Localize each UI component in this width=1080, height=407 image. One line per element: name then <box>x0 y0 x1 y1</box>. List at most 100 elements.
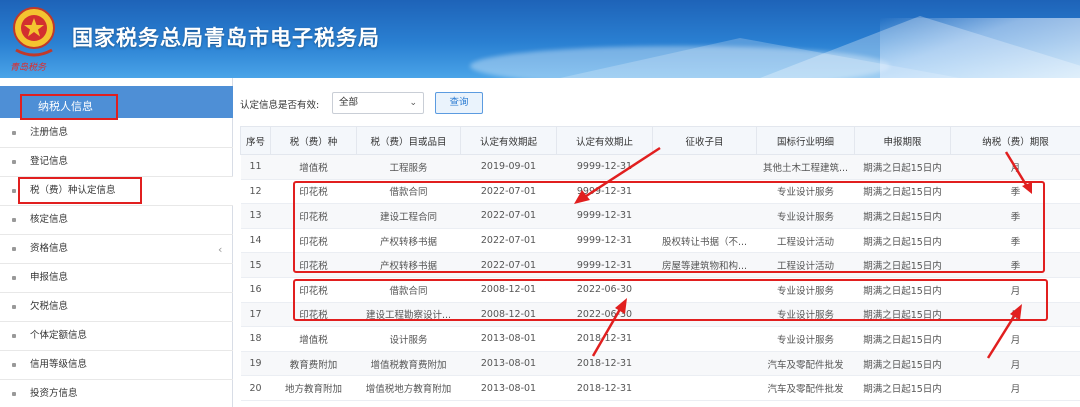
table-row[interactable]: 14 印花税 产权转移书据 2022-07-01 9999-12-31 股权转让书据（不.… <box>240 228 1080 254</box>
sidebar-item-assessment[interactable]: 核定信息 <box>0 206 233 235</box>
table-cell <box>652 351 757 377</box>
column-header[interactable]: 国标行业明细 <box>756 126 855 155</box>
table-cell: 增值税地方教育附加 <box>356 375 461 401</box>
table-row[interactable]: 17 印花税 建设工程勘察设计... 2008-12-01 2022-06-30 专业设计… <box>240 302 1080 328</box>
table-cell: 期满之日起15日内 <box>854 154 951 180</box>
table-cell: 月 <box>950 154 1080 180</box>
bullet-icon <box>12 218 16 222</box>
sidebar-item-label: 申报信息 <box>30 272 69 283</box>
bullet-icon <box>12 160 16 164</box>
table-cell: 9999-12-31 <box>556 154 653 180</box>
table-cell <box>652 375 757 401</box>
sidebar-item-label: 核定信息 <box>30 214 69 225</box>
sidebar: 纳税人信息 注册信息 登记信息 税（费）种认定信息 核定信息 资格信息 ‹ 申报… <box>0 78 233 407</box>
emblem-label: 青岛税务 <box>10 63 47 73</box>
bullet-icon <box>12 392 16 396</box>
table-cell: 2018-12-31 <box>556 326 653 352</box>
site-header: 青岛税务 国家税务总局青岛市电子税务局 <box>0 0 1080 78</box>
sidebar-item-declaration[interactable]: 申报信息 <box>0 264 233 293</box>
table-cell: 15 <box>240 252 271 278</box>
table-row[interactable]: 19 教育费附加 增值税教育费附加 2013-08-01 2018-12-31 汽车及零配… <box>240 351 1080 377</box>
table-row[interactable]: 13 印花税 建设工程合同 2022-07-01 9999-12-31 专业设计服务 期满之… <box>240 203 1080 229</box>
table-cell: 期满之日起15日内 <box>854 203 951 229</box>
table-row[interactable]: 12 印花税 借款合同 2022-07-01 9999-12-31 专业设计服务 期满之日起… <box>240 179 1080 205</box>
table-cell: 月 <box>950 277 1080 303</box>
table-row[interactable]: 16 印花税 借款合同 2008-12-01 2022-06-30 专业设计服务 期满之日起… <box>240 277 1080 303</box>
table-cell: 专业设计服务 <box>756 179 855 205</box>
table-cell: 印花税 <box>270 203 357 229</box>
sidebar-item-tax-arrears[interactable]: 欠税信息 <box>0 293 233 322</box>
table-cell: 季 <box>950 203 1080 229</box>
table-cell: 2008-12-01 <box>460 277 557 303</box>
table-cell: 14 <box>240 228 271 254</box>
column-header[interactable]: 序号 <box>240 126 271 155</box>
bullet-icon <box>12 363 16 367</box>
table-cell <box>652 154 757 180</box>
sidebar-item-investor[interactable]: 投资方信息 <box>0 380 233 407</box>
table-cell: 期满之日起15日内 <box>854 179 951 205</box>
table-cell: 专业设计服务 <box>756 277 855 303</box>
table-cell: 设计服务 <box>356 326 461 352</box>
sidebar-item-label: 资格信息 <box>30 243 69 254</box>
table-cell: 期满之日起15日内 <box>854 277 951 303</box>
table-cell: 2022-07-01 <box>460 179 557 205</box>
table-cell: 印花税 <box>270 277 357 303</box>
table-cell: 月 <box>950 375 1080 401</box>
column-header[interactable]: 认定有效期起 <box>460 126 557 155</box>
tax-type-table: 序号 税（费）种 税（费）目或品目 认定有效期起 认定有效期止 征收子目 国标行… <box>240 126 1080 401</box>
table-cell: 12 <box>240 179 271 205</box>
column-header[interactable]: 税（费）种 <box>270 126 357 155</box>
column-header[interactable]: 纳税（费）期限 <box>950 126 1080 155</box>
table-cell: 其他土木工程建筑... <box>756 154 855 180</box>
sidebar-item-registration[interactable]: 注册信息 <box>0 119 233 148</box>
column-header[interactable]: 申报期限 <box>854 126 951 155</box>
table-row[interactable]: 20 地方教育附加 增值税地方教育附加 2013-08-01 2018-12-31 汽车及… <box>240 375 1080 401</box>
validity-select[interactable]: 全部 ⌄ <box>332 92 424 114</box>
table-cell: 2018-12-31 <box>556 375 653 401</box>
table-cell: 2008-12-01 <box>460 302 557 328</box>
table-cell: 期满之日起15日内 <box>854 302 951 328</box>
table-cell <box>652 302 757 328</box>
table-cell: 增值税 <box>270 154 357 180</box>
sidebar-item-enrollment[interactable]: 登记信息 <box>0 148 233 177</box>
chevron-left-icon[interactable]: ‹ <box>218 236 222 264</box>
sidebar-item-label: 信用等级信息 <box>30 359 88 370</box>
table-cell: 期满之日起15日内 <box>854 228 951 254</box>
column-header[interactable]: 征收子目 <box>652 126 757 155</box>
table-cell: 月 <box>950 351 1080 377</box>
table-cell: 工程服务 <box>356 154 461 180</box>
sidebar-header-label[interactable]: 纳税人信息 <box>20 94 118 120</box>
table-cell: 17 <box>240 302 271 328</box>
table-row[interactable]: 15 印花税 产权转移书据 2022-07-01 9999-12-31 房屋等建筑物和构.… <box>240 252 1080 278</box>
sidebar-item-individual-quota[interactable]: 个体定额信息 <box>0 322 233 351</box>
table-cell: 印花税 <box>270 228 357 254</box>
table-cell: 期满之日起15日内 <box>854 375 951 401</box>
table-cell: 2018-12-31 <box>556 351 653 377</box>
great-wall-decoration <box>880 18 1080 78</box>
sidebar-header[interactable]: 纳税人信息 <box>0 86 233 120</box>
sidebar-item-label: 登记信息 <box>30 156 69 167</box>
table-cell: 汽车及零配件批发 <box>756 351 855 377</box>
column-header[interactable]: 认定有效期止 <box>556 126 653 155</box>
column-header[interactable]: 税（费）目或品目 <box>356 126 461 155</box>
table-cell: 季 <box>950 179 1080 205</box>
table-cell: 月 <box>950 302 1080 328</box>
sidebar-item-tax-type-recognition[interactable]: 税（费）种认定信息 <box>0 177 233 206</box>
table-row[interactable]: 11 增值税 工程服务 2019-09-01 9999-12-31 其他土木工程建筑...… <box>240 154 1080 180</box>
table-row[interactable]: 18 增值税 设计服务 2013-08-01 2018-12-31 专业设计服务 期满之日起… <box>240 326 1080 352</box>
table-cell: 19 <box>240 351 271 377</box>
table-cell: 产权转移书据 <box>356 228 461 254</box>
sidebar-item-credit-rating[interactable]: 信用等级信息 <box>0 351 233 380</box>
validity-filter-label: 认定信息是否有效: <box>240 100 320 111</box>
table-cell: 工程设计活动 <box>756 252 855 278</box>
query-button[interactable]: 查询 <box>435 92 483 114</box>
sidebar-item-qualification[interactable]: 资格信息 ‹ <box>0 235 233 264</box>
table-cell: 建设工程合同 <box>356 203 461 229</box>
page: 青岛税务 国家税务总局青岛市电子税务局 纳税人信息 注册信息 登记信息 税（费）… <box>0 0 1080 407</box>
table-cell: 建设工程勘察设计... <box>356 302 461 328</box>
table-cell: 教育费附加 <box>270 351 357 377</box>
table-cell: 季 <box>950 228 1080 254</box>
table-cell: 9999-12-31 <box>556 179 653 205</box>
table-cell: 2013-08-01 <box>460 375 557 401</box>
table-cell: 地方教育附加 <box>270 375 357 401</box>
